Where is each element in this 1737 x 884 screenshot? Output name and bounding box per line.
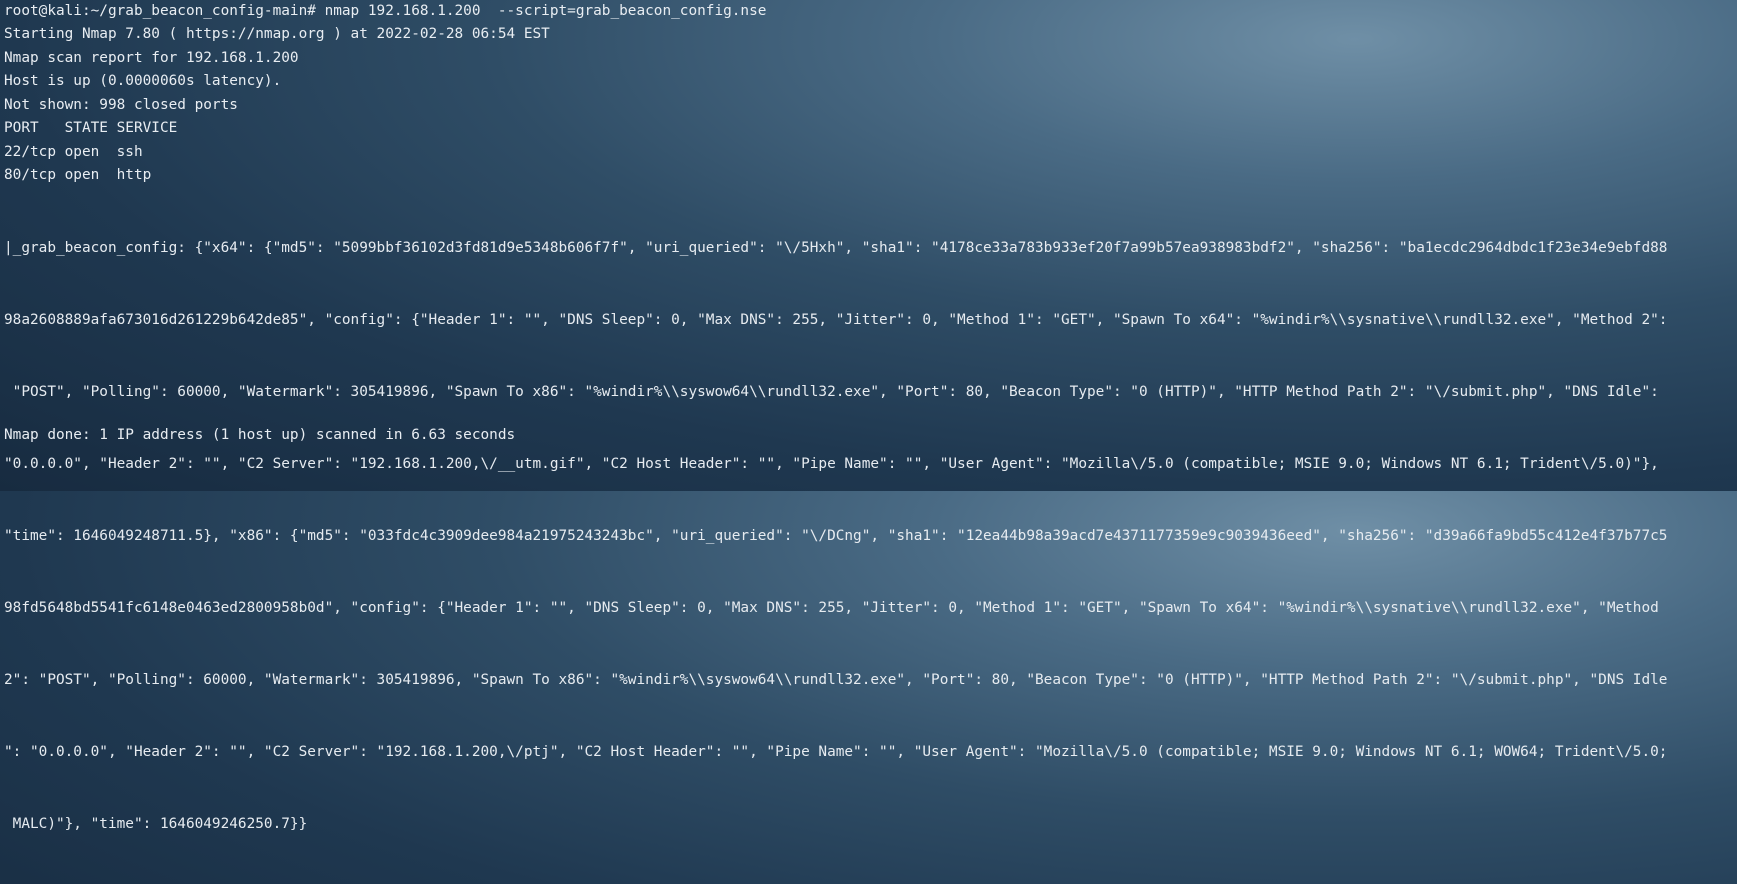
output-line: Host is up (0.0000060s latency). [4, 73, 282, 89]
output-line: Not shown: 998 closed ports [4, 97, 238, 113]
nse-output-line: "POST", "Polling": 60000, "Watermark": 3… [4, 384, 1659, 400]
terminal-window[interactable]: root@kali:~/grab_beacon_config-main# nma… [0, 0, 1737, 832]
command-prompt-line: root@kali:~/grab_beacon_config-main# nma… [4, 3, 767, 19]
nse-output-line: |_grab_beacon_config: {"x64": {"md5": "5… [4, 240, 1668, 256]
scan-done-line: Nmap done: 1 IP address (1 host up) scan… [4, 427, 516, 443]
nse-script-output: |_grab_beacon_config: {"x64": {"md5": "5… [4, 188, 1733, 884]
nse-output-line: 98fd5648bd5541fc6148e0463ed2800958b0d", … [4, 600, 1659, 616]
output-line: 80/tcp open http [4, 167, 152, 183]
nse-output-line: "0.0.0.0", "Header 2": "", "C2 Server": … [4, 456, 1659, 472]
nse-output-line: MALC)"}, "time": 1646049246250.7}} [4, 816, 308, 832]
nse-output-line: "time": 1646049248711.5}, "x86": {"md5":… [4, 528, 1668, 544]
output-line: Starting Nmap 7.80 ( https://nmap.org ) … [4, 26, 550, 42]
nse-output-line: 2": "POST", "Polling": 60000, "Watermark… [4, 672, 1668, 688]
nse-output-line: ": "0.0.0.0", "Header 2": "", "C2 Server… [4, 744, 1668, 760]
output-line: Nmap scan report for 192.168.1.200 [4, 50, 299, 66]
nse-output-line: 98a2608889afa673016d261229b642de85", "co… [4, 312, 1668, 328]
output-line: PORT STATE SERVICE [4, 120, 178, 136]
output-line: 22/tcp open ssh [4, 144, 143, 160]
